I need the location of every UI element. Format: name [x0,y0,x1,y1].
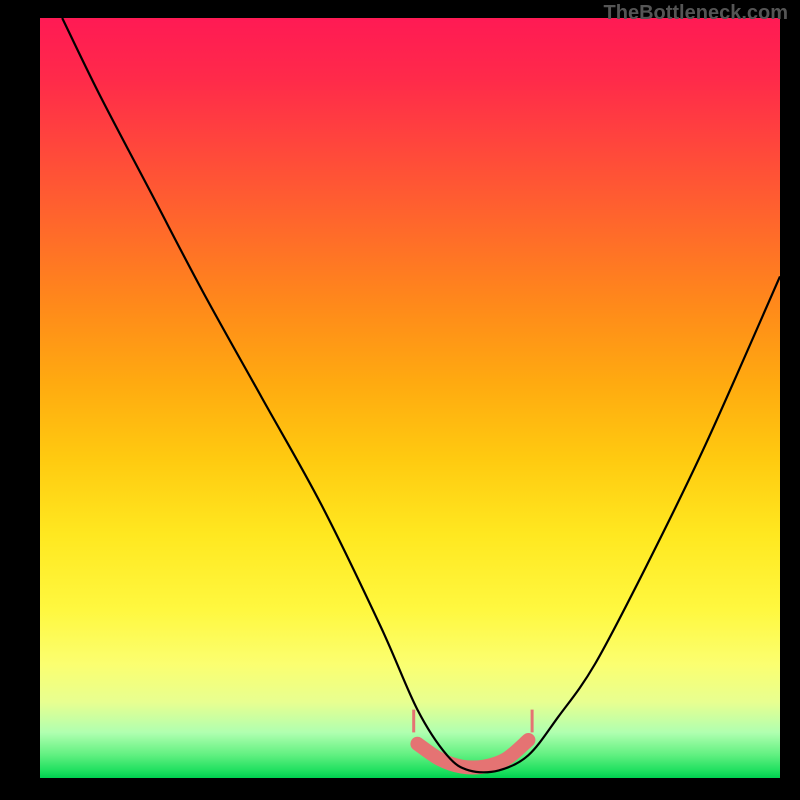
chart-container: TheBottleneck.com [0,0,800,800]
plot-area [40,18,780,778]
curve-line [62,18,780,772]
highlight-ticks [414,710,532,733]
chart-svg [40,18,780,778]
watermark-label: TheBottleneck.com [604,2,788,25]
highlight-segment [417,740,528,768]
